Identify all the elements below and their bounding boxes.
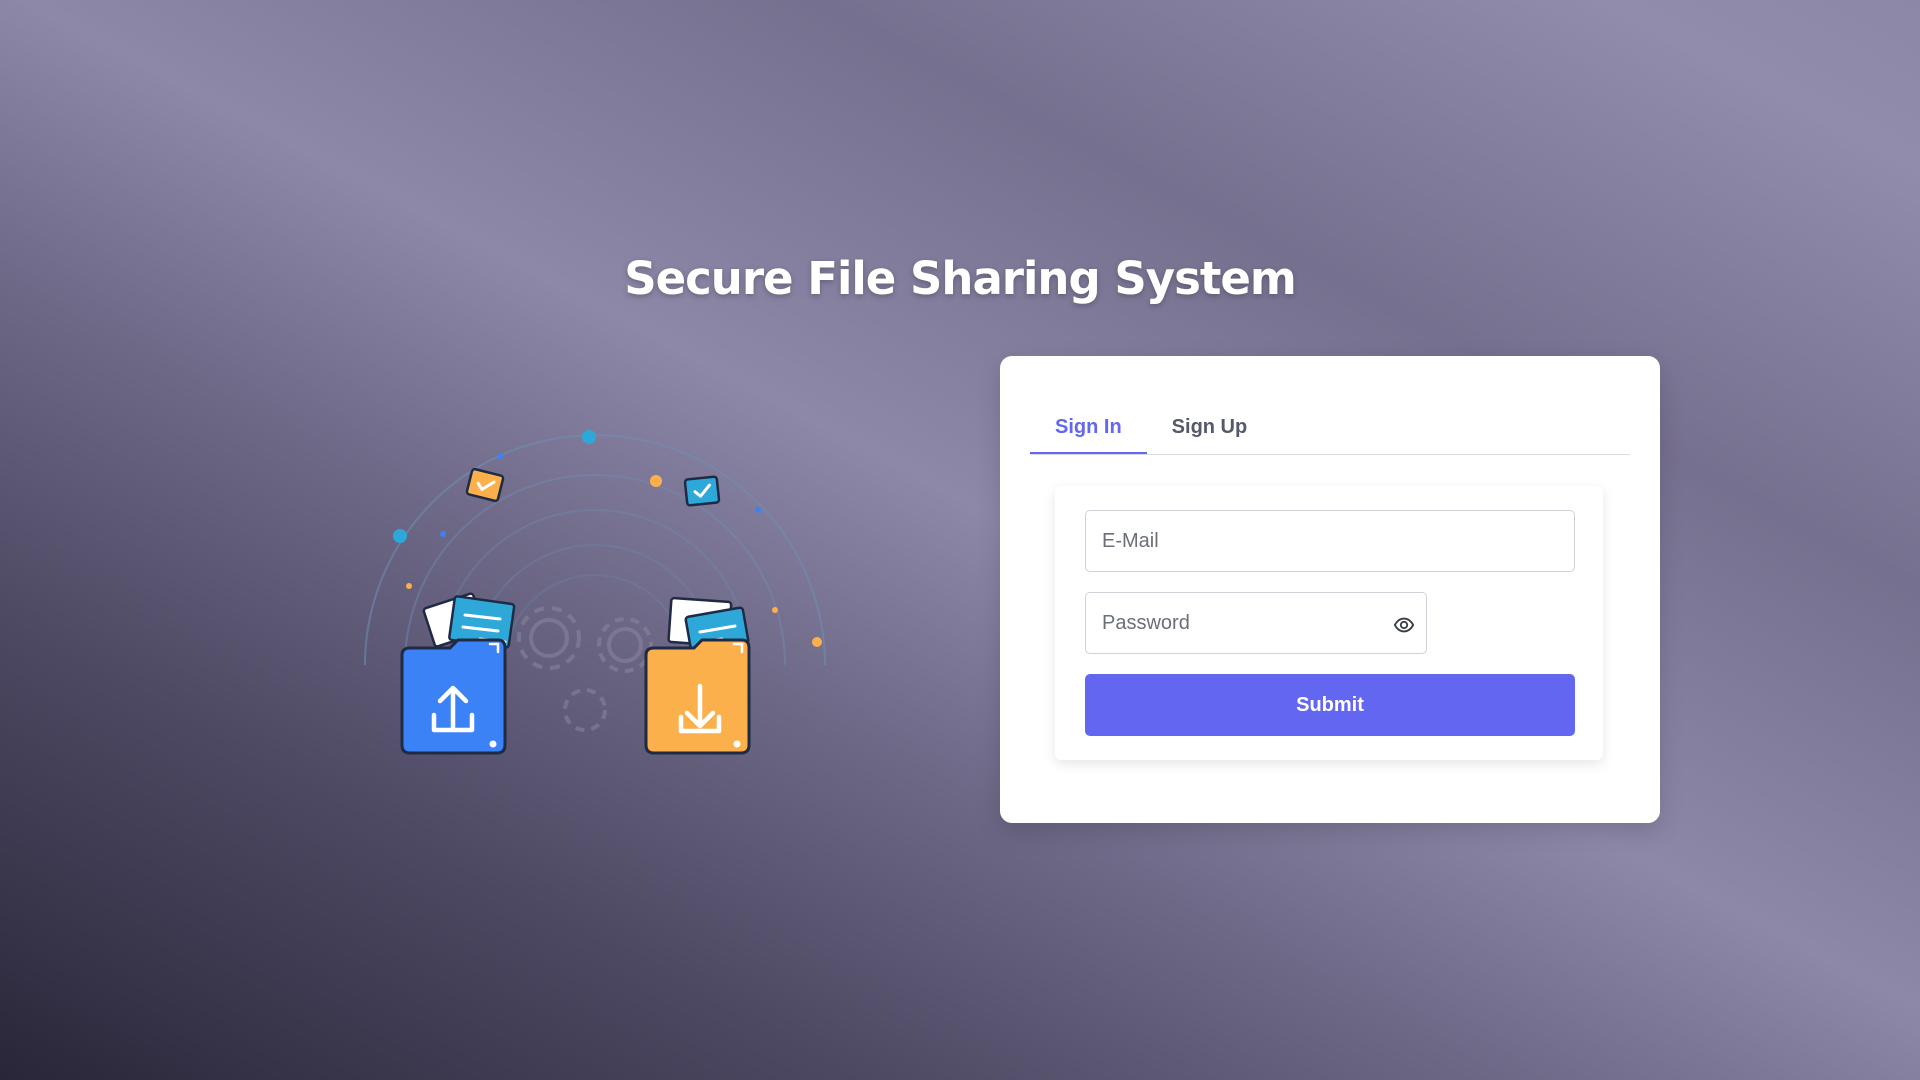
auth-tabs: Sign In Sign Up [1030, 404, 1630, 455]
dot-cyan-left [393, 529, 407, 543]
auth-card: Sign In Sign Up Submit [1000, 356, 1660, 823]
download-folder-icon [644, 596, 751, 755]
dot-blue-2 [755, 507, 761, 513]
dot-orange-1 [650, 475, 662, 487]
dot-blue-1 [497, 453, 503, 459]
password-field[interactable] [1085, 592, 1427, 654]
dot-blue-3 [440, 531, 446, 537]
password-wrapper [1085, 592, 1427, 654]
eye-icon[interactable] [1393, 614, 1415, 636]
file-sharing-illustration [350, 420, 830, 760]
dot-cyan-top [582, 430, 596, 444]
tab-sign-in[interactable]: Sign In [1030, 404, 1147, 454]
dot-orange-3 [772, 607, 778, 613]
dot-orange-4 [406, 583, 412, 589]
dot-orange-2 [812, 637, 822, 647]
gear-icon [517, 606, 653, 732]
check-badge-cyan-icon [683, 475, 721, 507]
upload-folder-icon [400, 592, 516, 755]
sign-in-form: Submit [1055, 486, 1603, 760]
email-field[interactable] [1085, 510, 1575, 572]
check-badge-orange-icon [465, 467, 505, 503]
submit-button[interactable]: Submit [1085, 674, 1575, 736]
tab-sign-up[interactable]: Sign Up [1147, 404, 1273, 454]
page-title: Secure File Sharing System [624, 252, 1297, 305]
